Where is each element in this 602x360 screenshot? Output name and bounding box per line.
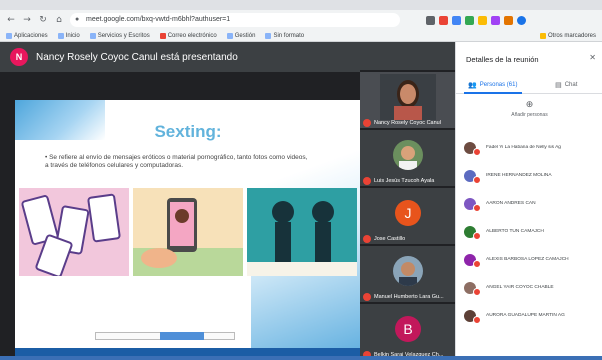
mic-off-icon (473, 315, 481, 324)
mic-off-icon (473, 259, 481, 268)
mic-off-icon (473, 231, 481, 240)
participant-avatar (464, 197, 481, 212)
folder-icon (539, 32, 546, 39)
taskbar-strip (0, 356, 602, 360)
panel-tabs: 👥 Personas (61) ▤ Chat (456, 76, 602, 94)
add-person-icon: ⊕ (525, 100, 534, 110)
extension-icon[interactable] (439, 15, 448, 25)
participant-tile[interactable]: Manuel Humberto Lara Gu... (360, 244, 455, 304)
participant-avatar (464, 169, 481, 184)
bookmark-icon (226, 32, 233, 39)
extension-icon[interactable] (465, 15, 474, 25)
extension-icon[interactable] (504, 15, 513, 25)
bookmark-icon (89, 32, 96, 39)
participant-tile[interactable]: B Belkin Sarai Velazquez Ch... (360, 302, 455, 360)
mic-off-icon (473, 203, 481, 212)
bookmark-item[interactable]: Sin formato (265, 32, 304, 39)
slide-images (19, 188, 357, 276)
extension-icon[interactable] (491, 15, 500, 25)
participant-avatar (464, 281, 481, 296)
mic-off-icon (363, 177, 371, 185)
participant-video (380, 74, 436, 120)
close-icon[interactable]: ✕ (589, 53, 596, 62)
back-icon[interactable]: ← (6, 15, 16, 25)
participant-row[interactable]: ANGEL YAIR COYOC CHABLE (456, 274, 602, 301)
mic-off-icon (473, 147, 481, 156)
bookmark-item[interactable]: Servicios y Escritos (89, 32, 150, 39)
presentation-slide: Sexting: • Se refiere al envío de mensaj… (15, 100, 361, 356)
participant-avatar (464, 309, 481, 324)
slide-title: Sexting: (154, 122, 222, 141)
participant-row[interactable]: IRENE HERNÁNDEZ MOLINA (456, 162, 602, 189)
bookmark-icon (159, 32, 166, 39)
url-text: meet.google.com/bxq-vwtd-m6bhl?authuser=… (86, 16, 231, 23)
mic-off-icon (363, 235, 371, 243)
bookmark-icon (265, 32, 272, 39)
people-icon: 👥 (468, 80, 477, 89)
slide-bottom-bar (15, 348, 361, 356)
participant-avatar: B (395, 316, 421, 342)
mic-off-icon (363, 119, 371, 127)
mic-off-icon (473, 287, 481, 296)
participant-row[interactable]: AARON ANDRES CAN (456, 190, 602, 217)
participant-tiles: Nancy Rosely Coyoc Canul Luis Jesús Tzuc… (360, 70, 455, 360)
chat-icon: ▤ (555, 80, 562, 89)
add-people-button[interactable]: ⊕ Añadir personas (456, 100, 602, 118)
bookmark-item[interactable]: Correo electrónico (159, 32, 217, 39)
participant-tile[interactable]: Luis Jesús Tzucoh Ayala (360, 128, 455, 188)
participant-row[interactable]: ALBERTO TUN CAMAJCH (456, 218, 602, 245)
teens-illustration (247, 188, 357, 276)
participant-tile[interactable]: Nancy Rosely Coyoc Canul (360, 70, 455, 130)
bookmarks-bar: Aplicaciones Inicio Servicios y Escritos… (0, 30, 602, 42)
presenter-avatar: N (10, 48, 28, 66)
bookmark-item-other[interactable]: Otros marcadores (539, 32, 596, 39)
bookmark-icon (57, 32, 64, 39)
participant-name: Luis Jesús Tzucoh Ayala (374, 178, 435, 184)
participant-tile[interactable]: J Jose Castillo (360, 186, 455, 246)
participant-avatar (464, 225, 481, 240)
participant-photo (393, 140, 423, 170)
mic-off-icon (363, 293, 371, 301)
forward-icon[interactable]: → (22, 15, 32, 25)
participant-name: Jose Castillo (374, 236, 406, 242)
presenter-banner: N Nancy Rosely Coyoc Canul está presenta… (0, 42, 455, 72)
participant-row[interactable]: Fadel Yi La Habana de Nelly sis Ag (456, 134, 602, 161)
participant-avatar (464, 253, 481, 268)
bookmark-item[interactable]: Inicio (57, 32, 80, 39)
panel-title: Detalles de la reunión (466, 55, 539, 64)
address-bar[interactable]: ● meet.google.com/bxq-vwtd-m6bhl?authuse… (70, 13, 400, 27)
phone-selfie-illustration (133, 188, 243, 276)
mic-off-icon (473, 175, 481, 184)
participant-name: Manuel Humberto Lara Gu... (374, 294, 444, 300)
slide-button (160, 332, 204, 340)
participant-avatar (464, 141, 481, 156)
browser-toolbar: ← → ↻ ⌂ ● meet.google.com/bxq-vwtd-m6bhl… (0, 10, 602, 30)
tab-chat[interactable]: ▤ Chat (530, 76, 602, 93)
extension-icon[interactable] (426, 15, 435, 25)
participant-row[interactable]: ALEXIS BARBOSA LOPEZ CAMAJCH (456, 246, 602, 273)
extensions-area (426, 15, 526, 25)
participant-avatar: J (395, 200, 421, 226)
extension-icon[interactable] (478, 15, 487, 25)
meet-stage: N Nancy Rosely Coyoc Canul está presenta… (0, 42, 455, 360)
home-icon[interactable]: ⌂ (54, 15, 64, 25)
bookmark-item[interactable]: Aplicaciones (6, 32, 48, 39)
screen: ← → ↻ ⌂ ● meet.google.com/bxq-vwtd-m6bhl… (0, 0, 602, 360)
phones-illustration (19, 188, 129, 276)
presenter-text: Nancy Rosely Coyoc Canul está presentand… (36, 51, 238, 63)
bookmark-item[interactable]: Gestión (226, 32, 255, 39)
participant-name: Nancy Rosely Coyoc Canul (374, 120, 441, 126)
meeting-details-panel: Detalles de la reunión ✕ 👥 Personas (61)… (455, 42, 602, 360)
apps-icon (6, 32, 12, 39)
reload-icon[interactable]: ↻ (38, 15, 48, 25)
tab-people[interactable]: 👥 Personas (61) (456, 76, 530, 94)
browser-tab-bar (0, 0, 602, 10)
participant-photo (393, 256, 423, 286)
extension-icon[interactable] (452, 15, 461, 25)
participant-row[interactable]: AURORA GUADALUPE MARTIN AG (456, 302, 602, 329)
lock-icon: ● (75, 16, 80, 23)
slide-bullet: • Se refiere al envío de mensajes erótic… (45, 154, 308, 169)
profile-icon[interactable] (517, 15, 526, 25)
